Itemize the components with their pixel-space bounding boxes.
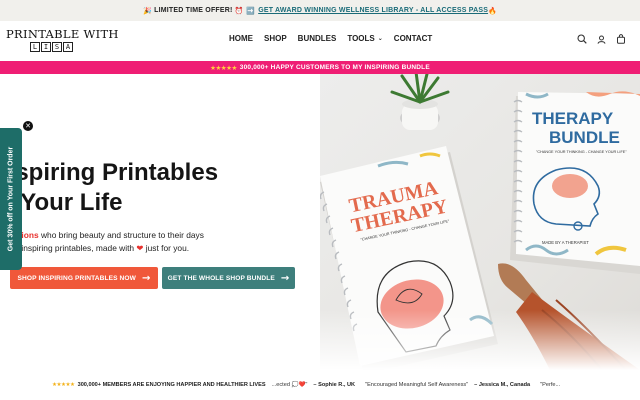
chevron-down-icon: ⌄: [377, 35, 383, 42]
shop-bundle-button[interactable]: GET THE WHOLE SHOP BUNDLE →: [162, 267, 295, 289]
nav-contact[interactable]: CONTACT: [394, 34, 433, 43]
bundle-title-1: THERAPY: [532, 109, 614, 128]
cart-icon[interactable]: [616, 34, 626, 44]
ticker-quote: "Perfe...: [540, 382, 561, 388]
logo-letter: L: [30, 42, 40, 52]
ticker-stars: ★★★★★: [52, 382, 75, 388]
promo-bar: ★★★★★ 300,000+ HAPPY CUSTOMERS TO MY INS…: [0, 61, 640, 74]
ticker-quote: ...ected 💭❤️": [271, 382, 308, 388]
clock-arrow-icon: ⏰ ➡️: [234, 6, 256, 15]
fire-icon: 🔥: [488, 6, 497, 15]
nav-bundles-label: BUNDLES: [297, 34, 337, 43]
headline-line-2: or Your Life: [0, 189, 123, 216]
logo-letter: A: [63, 42, 73, 52]
lead-part-4: just for you.: [145, 243, 190, 253]
nav-home[interactable]: HOME: [229, 34, 253, 43]
shop-printables-label: SHOP INSPIRING PRINTABLES NOW: [17, 274, 136, 282]
arrow-right-icon: →: [141, 272, 151, 284]
account-icon[interactable]: [597, 35, 606, 44]
shop-printables-button[interactable]: SHOP INSPIRING PRINTABLES NOW →: [10, 267, 158, 289]
site-header: PRINTABLE WITH L I S A HOME SHOP BUNDLES…: [0, 21, 640, 61]
nav-tools-label: TOOLS: [347, 34, 375, 43]
logo-letters: L I S A: [30, 42, 102, 52]
nav-shop-label: SHOP: [264, 34, 287, 43]
hero-image-fade: [320, 310, 640, 370]
nav-home-label: HOME: [229, 34, 253, 43]
ticker-author: – Sophie R., UK: [313, 382, 356, 388]
nav-shop[interactable]: SHOP: [264, 34, 287, 43]
main-nav: HOME SHOP BUNDLES TOOLS ⌄ CONTACT: [229, 34, 443, 43]
testimonial-ticker: ★★★★★ 300,000+ MEMBERS ARE ENJOYING HAPP…: [0, 370, 640, 400]
headline-line-1: Inspiring Printables: [0, 159, 219, 186]
page: 🎉 LIMITED TIME OFFER! ⏰ ➡️ GET AWARD WIN…: [0, 0, 640, 400]
nav-bundles[interactable]: BUNDLES: [298, 34, 337, 43]
nav-contact-label: CONTACT: [393, 34, 433, 43]
discount-tab-text: Get 30% off on Your First Order: [7, 146, 15, 252]
discount-side-tab[interactable]: Get 30% off on Your First Order: [0, 128, 22, 270]
announcement-text: LIMITED TIME OFFER!: [154, 7, 233, 14]
hero-section: THERAPY BUNDLE "CHANGE YOUR THINKING - C…: [0, 74, 640, 370]
ticker-quote: "Encouraged Meaningful Self Awareness": [365, 382, 469, 388]
header-icons: [577, 34, 626, 44]
hero-image: THERAPY BUNDLE "CHANGE YOUR THINKING - C…: [320, 74, 640, 370]
lead-part-2: who bring beauty and structure to their …: [40, 230, 204, 240]
ticker-author: – Jessica M., Canada: [474, 382, 531, 388]
bundle-made-by: MADE BY A THERAPIST: [542, 240, 589, 245]
promo-text: 300,000+ HAPPY CUSTOMERS TO MY INSPIRING…: [239, 64, 430, 71]
nav-tools[interactable]: TOOLS ⌄: [347, 34, 382, 43]
logo-text: PRINTABLE WITH: [6, 27, 119, 41]
site-logo[interactable]: PRINTABLE WITH L I S A: [6, 27, 119, 54]
logo-letter: I: [41, 42, 51, 52]
arrow-right-icon: →: [280, 272, 290, 284]
ticker-members: 300,000+ MEMBERS ARE ENJOYING HAPPIER AN…: [77, 382, 266, 388]
heart-icon: ❤: [136, 243, 144, 253]
rating-stars: ★★★★★: [210, 63, 237, 72]
announcement-link[interactable]: GET AWARD WINNING WELLNESS LIBRARY - ALL…: [258, 7, 488, 14]
close-icon[interactable]: ✕: [23, 121, 33, 131]
hero-lead: n millions who bring beauty and structur…: [0, 229, 300, 255]
party-icon: 🎉: [143, 6, 152, 15]
announcement-bar: 🎉 LIMITED TIME OFFER! ⏰ ➡️ GET AWARD WIN…: [0, 0, 640, 21]
search-icon[interactable]: [577, 34, 587, 44]
bundle-title-2: BUNDLE: [549, 128, 620, 147]
shop-bundle-label: GET THE WHOLE SHOP BUNDLE: [167, 274, 275, 282]
hero-headline: Inspiring Printables or Your Life: [0, 158, 218, 218]
logo-letter: S: [52, 42, 62, 52]
bundle-subtitle: "CHANGE YOUR THINKING - CHANGE YOUR LIFE…: [536, 150, 627, 154]
